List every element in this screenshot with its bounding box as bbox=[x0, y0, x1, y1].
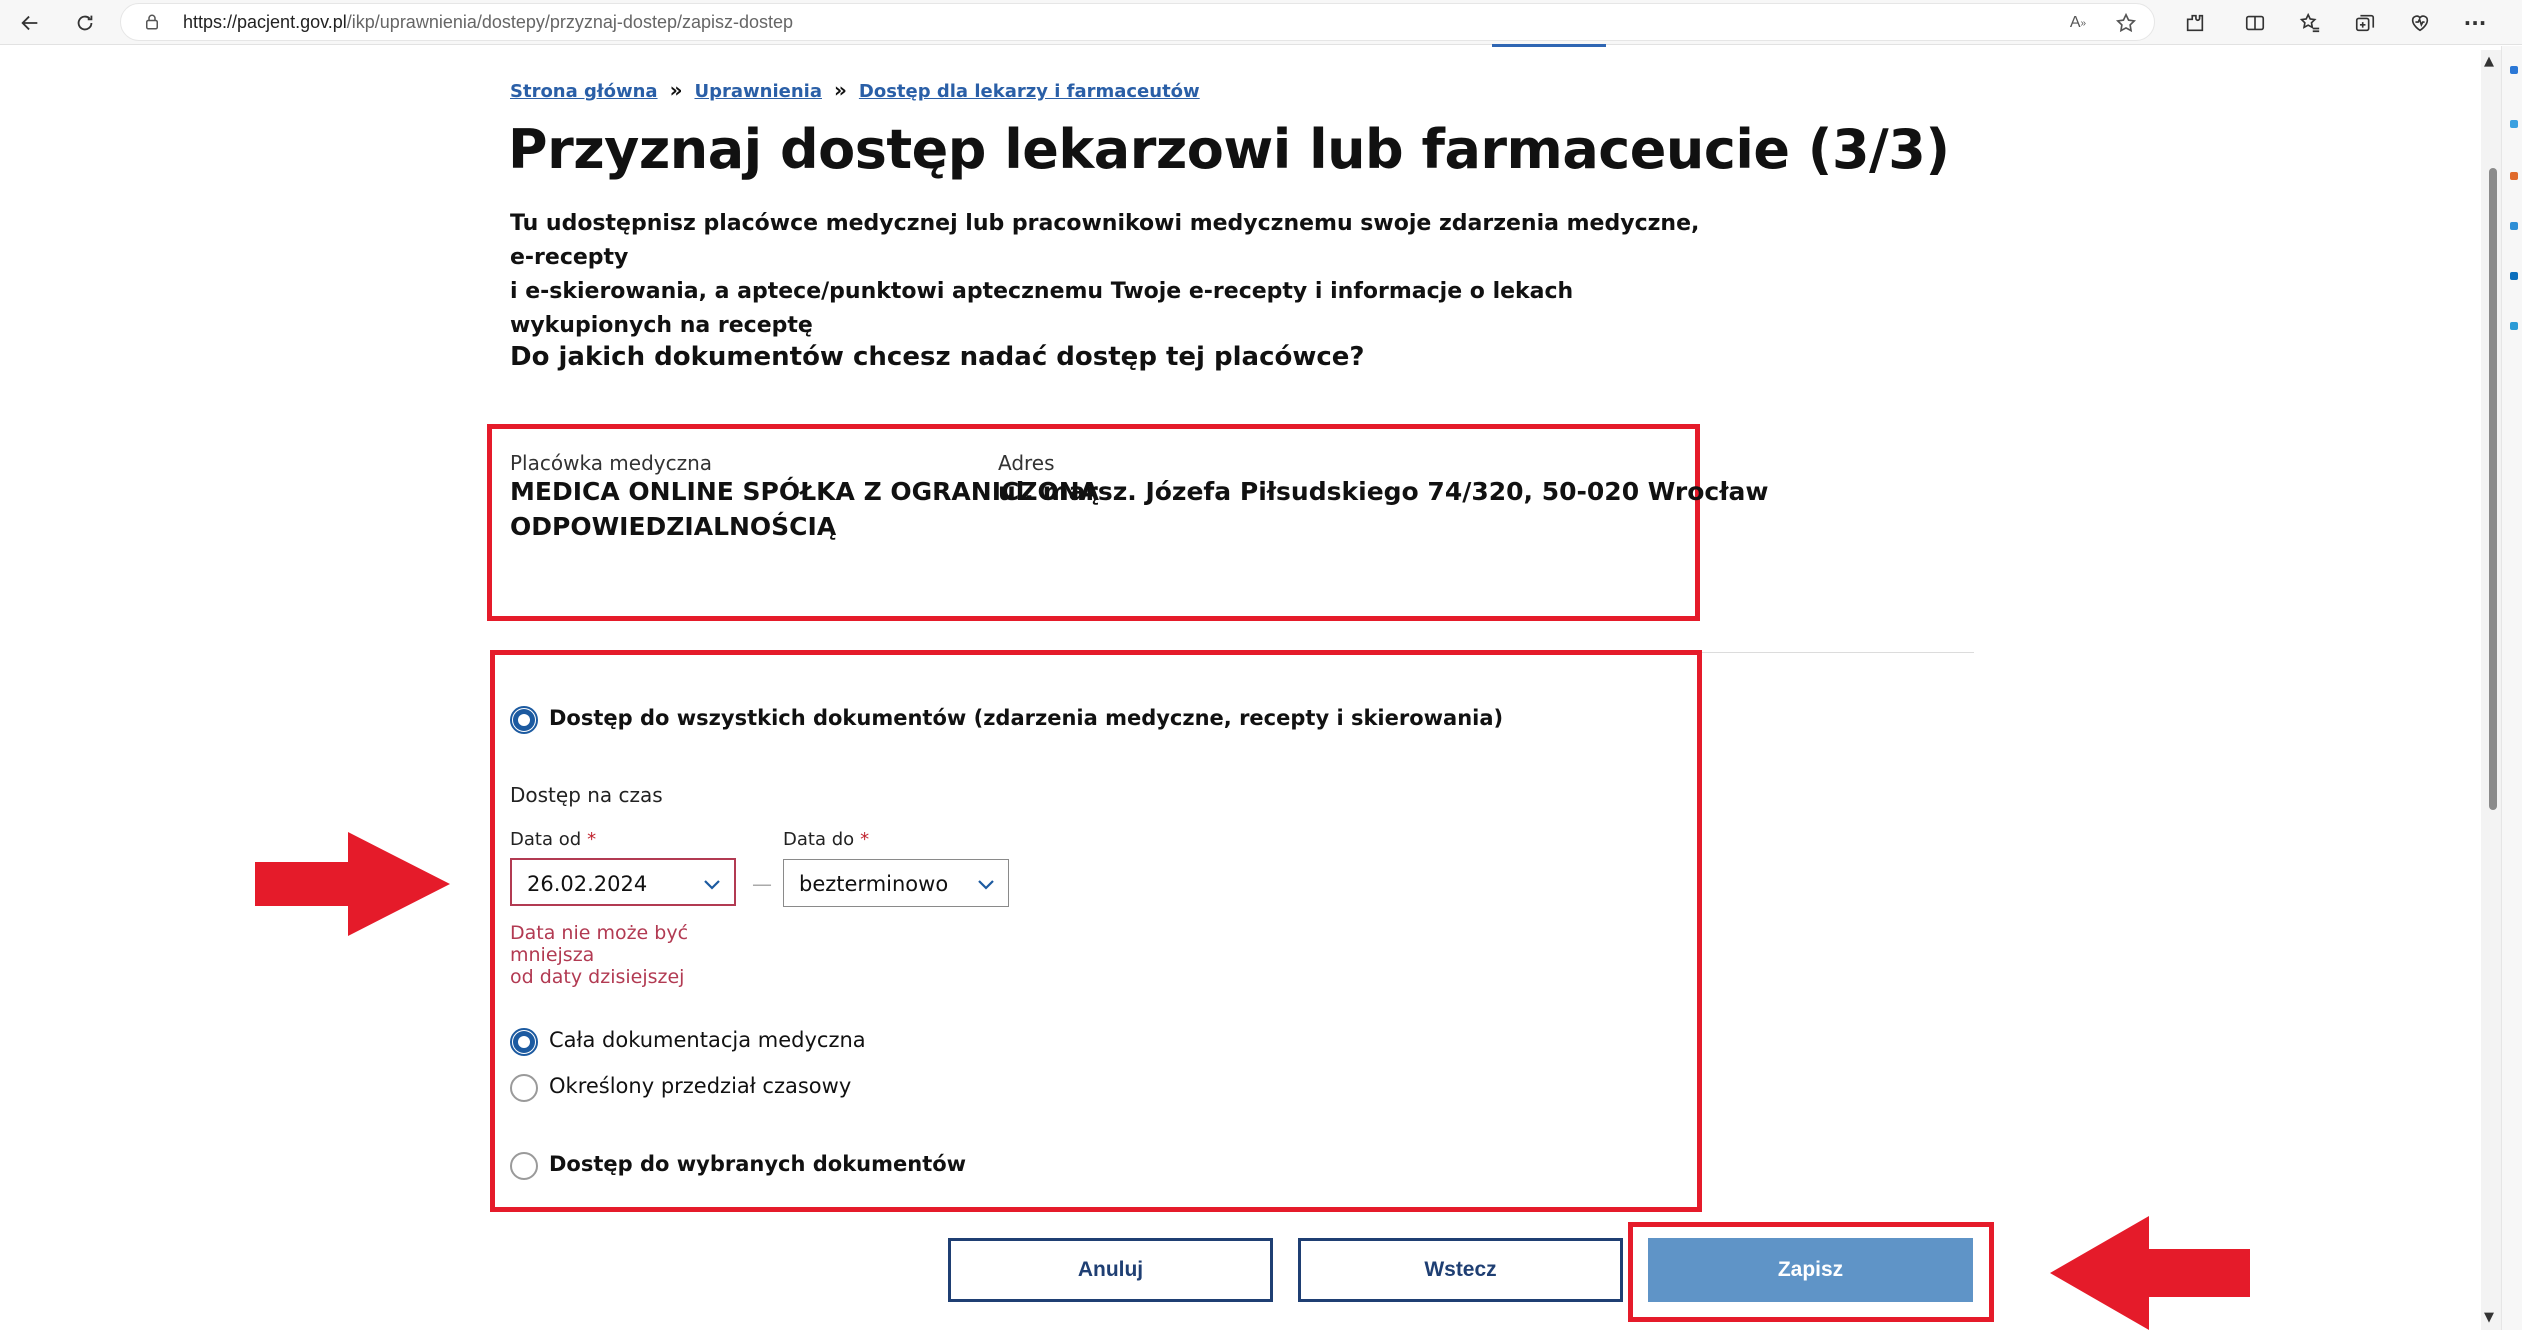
performance-icon[interactable] bbox=[2405, 8, 2435, 38]
error-line: od daty dzisiejszej bbox=[510, 966, 685, 988]
date-error-message: Data nie może być mniejsza od daty dzisi… bbox=[510, 922, 710, 988]
sidebar-share-icon[interactable] bbox=[2510, 322, 2518, 330]
collections-icon[interactable] bbox=[2350, 8, 2380, 38]
facility-name-line: ODPOWIEDZIALNOŚCIĄ bbox=[510, 512, 837, 541]
url-text[interactable]: https://pacjent.gov.pl/ikp/uprawnienia/d… bbox=[183, 12, 793, 33]
address-bar[interactable]: https://pacjent.gov.pl/ikp/uprawnienia/d… bbox=[120, 3, 2155, 41]
radio-all-documents-label[interactable]: Dostęp do wszystkich dokumentów (zdarzen… bbox=[549, 706, 1503, 730]
facility-name-value: MEDICA ONLINE SPÓŁKA Z OGRANICZONĄ ODPOW… bbox=[510, 474, 1100, 544]
error-line: mniejsza bbox=[510, 944, 595, 966]
date-range-dash: — bbox=[752, 872, 772, 896]
facility-address-label: Adres bbox=[998, 451, 1055, 475]
required-mark: * bbox=[587, 829, 597, 850]
facility-address-value: ul. marsz. Józefa Piłsudskiego 74/320, 5… bbox=[998, 477, 1769, 506]
radio-full-documentation[interactable] bbox=[510, 1028, 538, 1056]
sidebar-app-icon[interactable] bbox=[2510, 120, 2518, 128]
breadcrumb: Strona główna » Uprawnienia » Dostęp dla lek… bbox=[510, 78, 1200, 102]
required-mark: * bbox=[860, 829, 870, 850]
date-from-value: 26.02.2024 bbox=[527, 872, 648, 896]
annotation-arrow-right-icon bbox=[255, 832, 450, 936]
scrollbar-thumb[interactable] bbox=[2489, 168, 2497, 810]
description-line: i e-skierowania, a aptece/punktowi aptec… bbox=[510, 279, 1574, 338]
scroll-down-icon[interactable]: ▼ bbox=[2484, 1310, 2494, 1325]
extensions-icon[interactable] bbox=[2180, 8, 2210, 38]
scroll-up-icon[interactable]: ▲ bbox=[2484, 54, 2494, 69]
chevron-down-icon bbox=[700, 872, 724, 896]
refresh-icon[interactable] bbox=[70, 8, 100, 38]
description-line: Tu udostępnisz placówce medycznej lub pr… bbox=[510, 211, 1700, 270]
more-label: ··· bbox=[2463, 11, 2487, 35]
breadcrumb-home[interactable]: Strona główna bbox=[510, 81, 658, 102]
sidebar-office-icon[interactable] bbox=[2510, 272, 2518, 280]
radio-time-period-label[interactable]: Określony przedział czasowy bbox=[549, 1074, 851, 1098]
radio-selected-documents-label[interactable]: Dostęp do wybranych dokumentów bbox=[549, 1152, 966, 1176]
breadcrumb-separator: » bbox=[833, 78, 847, 102]
favorite-star-icon[interactable] bbox=[2114, 11, 2138, 35]
url-path: /ikp/uprawnienia/dostepy/przyznaj-dostep… bbox=[346, 12, 794, 32]
breadcrumb-doctor-access[interactable]: Dostęp dla lekarzy i farmaceutów bbox=[859, 81, 1200, 102]
breadcrumb-separator: » bbox=[669, 78, 683, 102]
cancel-button[interactable]: Anuluj bbox=[948, 1238, 1273, 1302]
back-button[interactable]: Wstecz bbox=[1298, 1238, 1623, 1302]
error-line: Data nie może być bbox=[510, 922, 689, 944]
breadcrumb-permissions[interactable]: Uprawnienia bbox=[694, 81, 821, 102]
save-button[interactable]: Zapisz bbox=[1648, 1238, 1973, 1302]
section-question: Do jakich dokumentów chcesz nadać dostęp… bbox=[510, 342, 1365, 372]
page-description: Tu udostępnisz placówce medycznej lub pr… bbox=[510, 207, 1710, 343]
sidebar-tools-icon[interactable] bbox=[2510, 172, 2518, 180]
page-title: Przyznaj dostęp lekarzowi lub farmaceuci… bbox=[508, 118, 1950, 181]
date-to-value: bezterminowo bbox=[799, 872, 949, 896]
more-icon[interactable]: ··· bbox=[2460, 8, 2490, 38]
lock-icon[interactable] bbox=[143, 13, 161, 31]
access-time-label: Dostęp na czas bbox=[510, 783, 663, 807]
radio-full-documentation-label[interactable]: Cała dokumentacja medyczna bbox=[549, 1028, 866, 1052]
active-nav-indicator bbox=[1492, 44, 1606, 47]
date-from-label-text: Data od bbox=[510, 829, 582, 850]
date-to-select[interactable]: bezterminowo bbox=[783, 859, 1009, 907]
favorites-icon[interactable] bbox=[2295, 8, 2325, 38]
side-panel-strip bbox=[2501, 46, 2522, 1330]
radio-selected-documents[interactable] bbox=[510, 1152, 538, 1180]
section-divider bbox=[1700, 652, 1974, 653]
facility-name-label: Placówka medyczna bbox=[510, 451, 713, 475]
read-aloud-icon[interactable]: A» bbox=[2066, 11, 2090, 35]
browser-toolbar: https://pacjent.gov.pl/ikp/uprawnienia/d… bbox=[0, 0, 2522, 45]
annotation-arrow-left-icon bbox=[2050, 1216, 2250, 1330]
radio-all-documents[interactable] bbox=[510, 706, 538, 734]
date-from-select[interactable]: 26.02.2024 bbox=[510, 858, 736, 906]
split-screen-icon[interactable] bbox=[2240, 8, 2270, 38]
chevron-down-icon bbox=[974, 872, 998, 896]
date-to-label: Data do * bbox=[783, 829, 869, 850]
radio-time-period[interactable] bbox=[510, 1074, 538, 1102]
url-host: https://pacjent.gov.pl bbox=[183, 12, 347, 32]
sidebar-outlook-icon[interactable] bbox=[2510, 222, 2518, 230]
facility-name-line: MEDICA ONLINE SPÓŁKA Z OGRANICZONĄ bbox=[510, 477, 1100, 506]
facility-info-box: Placówka medyczna MEDICA ONLINE SPÓŁKA Z… bbox=[487, 424, 1769, 621]
sidebar-search-icon[interactable] bbox=[2510, 66, 2518, 74]
date-from-label: Data od * bbox=[510, 829, 596, 850]
date-to-label-text: Data do bbox=[783, 829, 855, 850]
back-icon[interactable] bbox=[15, 8, 45, 38]
